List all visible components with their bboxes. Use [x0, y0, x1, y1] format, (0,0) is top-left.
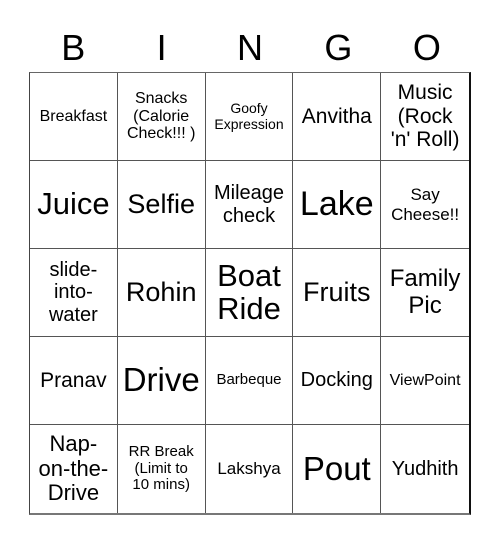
cell-label: Breakfast — [39, 107, 108, 125]
bingo-header: B I N G O — [29, 26, 471, 70]
header-letter-b: B — [61, 27, 86, 68]
cell-label: Mileage check — [214, 182, 284, 227]
bingo-cell-nap-on-the-drive[interactable]: Nap- on-the- Drive — [30, 425, 118, 513]
bingo-cell-say-cheese[interactable]: Say Cheese!! — [381, 161, 469, 249]
bingo-cell-goofy-expression[interactable]: Goofy Expression — [205, 73, 294, 161]
cell-label: Rohin — [125, 277, 197, 308]
cell-line: into- — [53, 281, 93, 304]
cell-label: Snacks (Calorie Check!!! ) — [127, 90, 195, 144]
bingo-cell-pranav[interactable]: Pranav — [30, 337, 118, 425]
bingo-cell-selfie[interactable]: Selfie — [117, 161, 206, 249]
cell-line: water — [48, 303, 98, 326]
cell-label: slide- into- water — [49, 259, 98, 326]
bingo-cell-lakshya[interactable]: Lakshya — [206, 425, 294, 513]
cell-line: Check!!! ) — [126, 125, 196, 143]
bingo-cell-barbeque[interactable]: Barbeque — [205, 337, 294, 425]
bingo-cell-docking[interactable]: Docking — [293, 337, 382, 425]
cell-line: Mileage — [213, 182, 285, 205]
bingo-cell-rohin[interactable]: Rohin — [117, 249, 206, 337]
cell-label: Music (Rock 'n' Roll) — [391, 81, 460, 152]
bingo-cell-family-pic[interactable]: Family Pic — [381, 249, 469, 337]
cell-label: Docking — [300, 369, 373, 392]
cell-label: ViewPoint — [389, 371, 461, 389]
header-letter-i: I — [156, 27, 167, 68]
cell-line: Ride — [217, 290, 281, 326]
cell-line: RR Break — [128, 442, 194, 460]
bingo-grid: Breakfast Snacks (Calorie Check!!! ) Goo… — [29, 72, 471, 515]
cell-label: Say Cheese!! — [391, 185, 459, 223]
bingo-cell-mileage-check[interactable]: Mileage check — [205, 161, 294, 249]
bingo-cell-breakfast[interactable]: Breakfast — [30, 73, 118, 161]
cell-line: Family — [389, 264, 461, 292]
cell-line: Say — [410, 185, 440, 205]
bingo-cell-boat-ride[interactable]: Boat Ride — [205, 249, 294, 337]
bingo-cell-drive[interactable]: Drive — [117, 337, 206, 425]
cell-label: RR Break (Limit to 10 mins) — [128, 442, 194, 494]
bingo-cell-viewpoint[interactable]: ViewPoint — [381, 337, 469, 425]
cell-line: (Rock — [397, 104, 453, 128]
cell-label: Pout — [302, 449, 371, 487]
bingo-cell-fruits[interactable]: Fruits — [293, 249, 382, 337]
cell-label: Juice — [37, 186, 110, 222]
cell-line: Cheese!! — [391, 204, 460, 224]
header-letter-o: O — [412, 27, 441, 68]
cell-line: 10 mins) — [132, 476, 190, 494]
bingo-cell-yudhith[interactable]: Yudhith — [381, 425, 469, 513]
cell-line: Goofy — [230, 99, 268, 116]
cell-label: Barbeque — [216, 371, 282, 389]
bingo-cell-anvitha[interactable]: Anvitha — [293, 73, 382, 161]
cell-label: Selfie — [127, 189, 195, 220]
cell-label: Lakshya — [217, 459, 281, 479]
cell-line: Nap- — [49, 431, 98, 457]
cell-line: 'n' Roll) — [390, 128, 460, 152]
header-letter-n: N — [237, 27, 264, 68]
cell-line: on-the- — [38, 455, 109, 481]
cell-label: Drive — [122, 361, 200, 399]
cell-label: Pranav — [40, 368, 107, 392]
cell-line: Pic — [408, 291, 442, 319]
cell-label: Yudhith — [391, 457, 459, 480]
bingo-cell-lake[interactable]: Lake — [293, 161, 382, 249]
header-letter-g: G — [324, 27, 353, 68]
cell-line: Drive — [47, 480, 100, 506]
bingo-cell-juice[interactable]: Juice — [30, 161, 118, 249]
cell-line: (Limit to — [134, 459, 188, 477]
bingo-cell-rr-break[interactable]: RR Break (Limit to 10 mins) — [118, 425, 206, 513]
bingo-cell-slide-into-water[interactable]: slide- into- water — [30, 249, 118, 337]
cell-label: Family Pic — [389, 264, 461, 320]
cell-line: Snacks — [134, 89, 188, 107]
cell-label: Lake — [299, 185, 374, 224]
cell-label: Anvitha — [301, 104, 372, 128]
bingo-cell-pout[interactable]: Pout — [293, 425, 382, 513]
cell-line: slide- — [49, 258, 98, 281]
cell-label: Goofy Expression — [214, 99, 284, 132]
cell-label: Fruits — [303, 277, 371, 308]
cell-line: Boat — [217, 257, 281, 293]
cell-line: Music — [397, 81, 453, 105]
cell-line: check — [222, 204, 276, 227]
cell-label: Boat Ride — [217, 257, 281, 326]
bingo-cell-music[interactable]: Music (Rock 'n' Roll) — [381, 73, 469, 161]
cell-line: Expression — [214, 115, 284, 132]
cell-line: (Calorie — [133, 107, 190, 125]
cell-label: Nap- on-the- Drive — [38, 431, 109, 506]
bingo-cell-snacks[interactable]: Snacks (Calorie Check!!! ) — [117, 73, 206, 161]
